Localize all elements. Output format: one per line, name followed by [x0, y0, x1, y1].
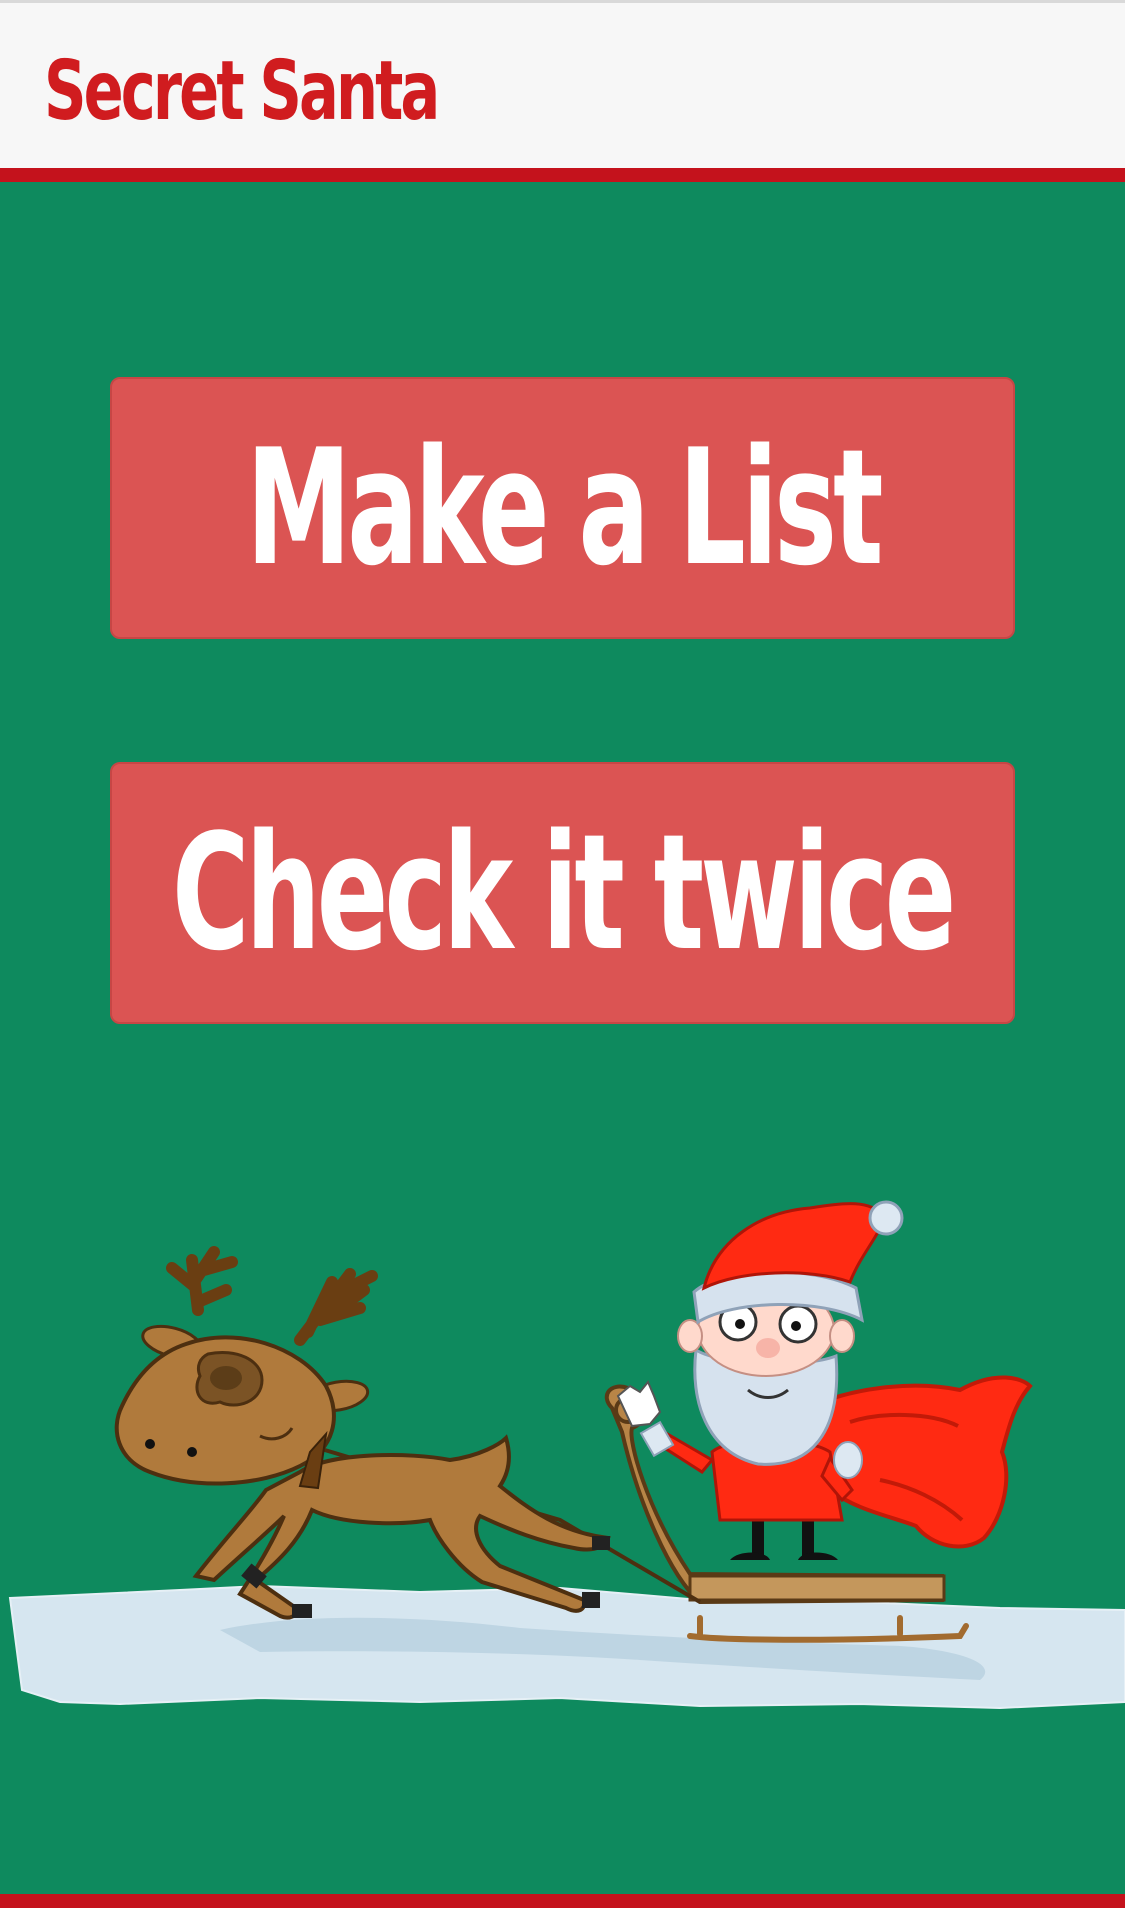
app-title: Secret Santa: [44, 44, 440, 139]
make-a-list-button[interactable]: Make a List: [110, 377, 1015, 639]
reindeer: [114, 1246, 611, 1620]
footer-accent-line: [0, 1894, 1125, 1908]
check-it-twice-label: Check it twice: [172, 799, 956, 986]
app-header: Secret Santa: [0, 0, 1125, 182]
app-screen: Secret Santa Make a List Check it twice: [0, 0, 1125, 1908]
santa-sleigh-illustration: [8, 1200, 1125, 1710]
make-a-list-label: Make a List: [245, 414, 883, 601]
check-it-twice-button[interactable]: Check it twice: [110, 762, 1015, 1024]
